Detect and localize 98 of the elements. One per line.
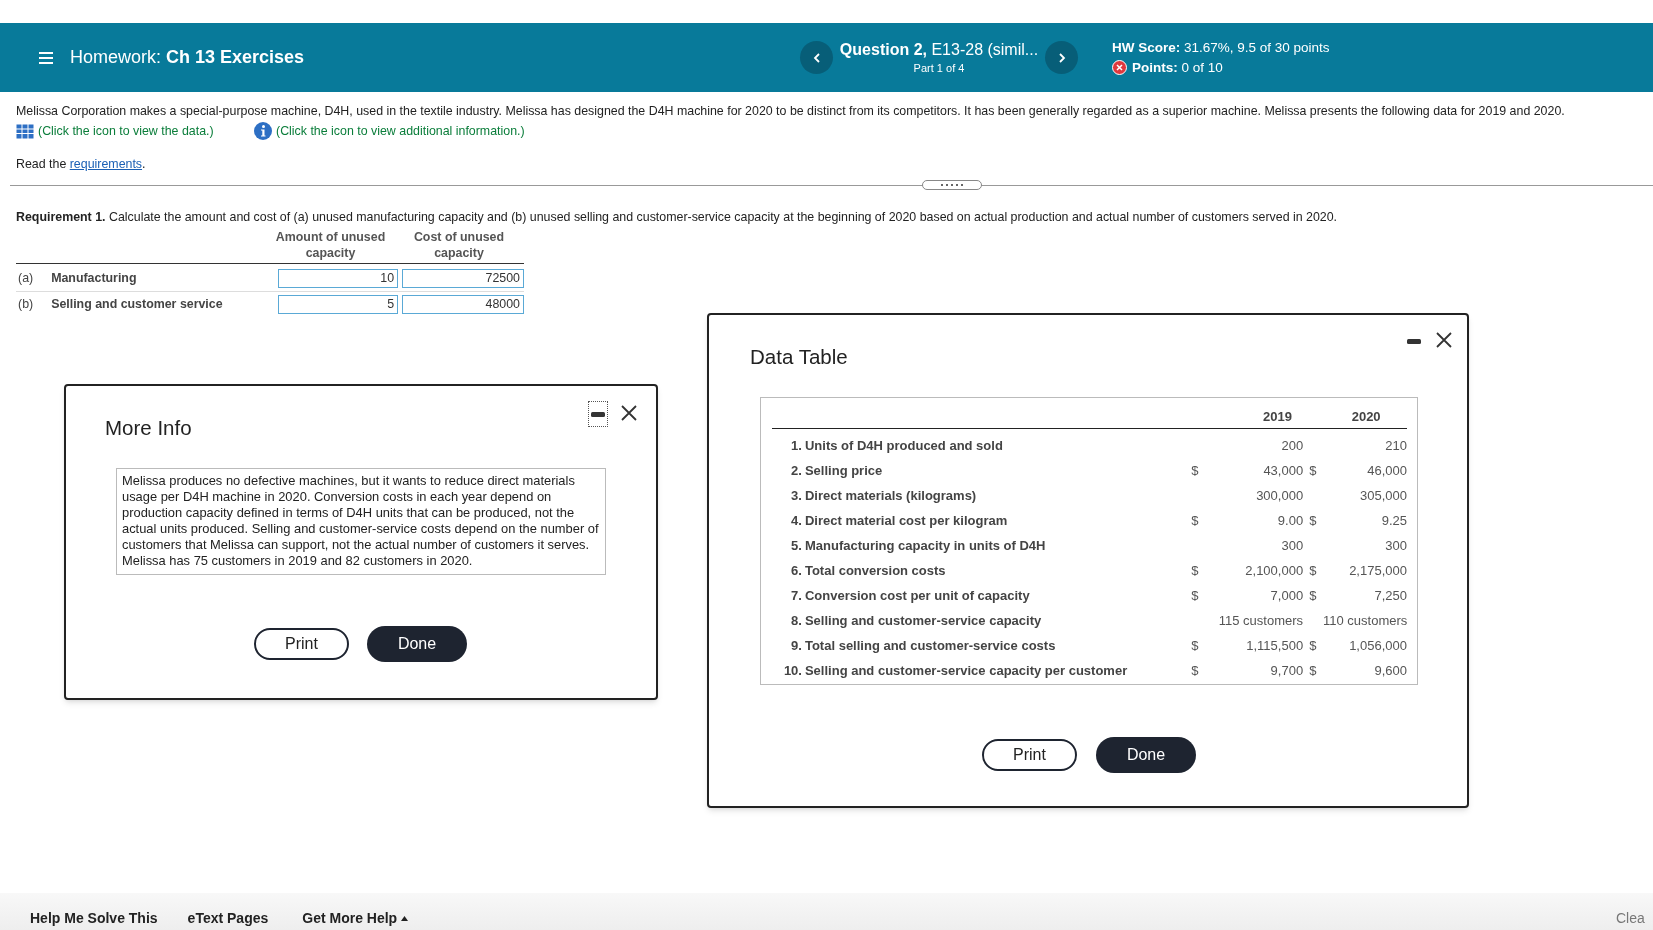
currency-symbol: $: [1308, 661, 1318, 680]
row-label: Selling and customer service: [51, 295, 224, 313]
row-number: 9.: [790, 636, 802, 655]
print-button[interactable]: Print: [982, 739, 1077, 771]
question-title: Question 2, E13-28 (simil...: [839, 39, 1039, 60]
table-cell-text: 9.00: [1276, 511, 1304, 530]
part-label: Part 1 of 4: [913, 60, 965, 76]
row-marker: (b): [17, 295, 35, 313]
requirements-sentence: Read the requirements.: [16, 156, 147, 173]
currency-symbol: $: [1191, 661, 1200, 680]
input-field[interactable]: 48000: [402, 294, 524, 314]
table-cell-text: 210: [1384, 436, 1407, 455]
currency-symbol: $: [1308, 636, 1318, 655]
currency-symbol: $: [1308, 461, 1318, 480]
row-label: Selling and customer-service capacity per customer: [803, 661, 1129, 680]
row-number: 6.: [790, 561, 802, 580]
info-icon[interactable]: [254, 122, 272, 140]
problem-text: Melissa Corporation makes a special-purpose machine, D4H, used in the textile industry. Melissa has designed the D4H machine for 2020 to be distinct from its competitors. It has been generally regarded as a superior machine. Melissa presents the following data for 2019 and 2020.: [16, 103, 1566, 120]
clear-button[interactable]: Clea: [1616, 908, 1645, 929]
row-number: 10.: [782, 661, 802, 680]
homework-title: Homework: Ch 13 Exercises: [70, 46, 305, 69]
info-text: Melissa produces no defective machines, but it wants to reduce direct materials usage per D4H machine in 2020. Conversion costs in each year depend on production capacity defined in terms of D4H units that can be produced, not the actual units produced. Selling and customer-service costs depend on the number of customers that Melissa can support, not the actual number of customers it serves. Melissa has 75 customers in 2019 and 82 customers in 2020.: [116, 468, 606, 575]
table-cell-text: 43,000: [1262, 461, 1304, 480]
done-button[interactable]: Done: [1096, 737, 1196, 773]
column-header: 2019: [1261, 408, 1293, 427]
table-cell-text: 9.25: [1380, 511, 1407, 530]
row-label: Direct materials (kilograms): [803, 486, 978, 505]
row-label: Direct material cost per kilogram: [803, 511, 1009, 530]
row-number: 7.: [790, 586, 802, 605]
currency-symbol: $: [1191, 461, 1200, 480]
row-number: 3.: [790, 486, 802, 505]
table-cell-text: 2,100,000: [1244, 561, 1304, 580]
chevron-right-icon: [1057, 52, 1066, 63]
table-cell-text: 7,250: [1373, 586, 1407, 605]
print-button[interactable]: Print: [254, 628, 349, 660]
column-header: Amount of unused capacity: [274, 229, 387, 261]
close-icon[interactable]: [1436, 332, 1452, 348]
input-field[interactable]: 10: [278, 269, 399, 288]
dialog-title: Data Table: [750, 344, 848, 370]
currency-symbol: $: [1308, 511, 1318, 530]
table-cell-text: 1,056,000: [1348, 636, 1407, 655]
footer-link[interactable]: Help Me Solve This: [30, 908, 158, 929]
input-field[interactable]: 5: [278, 294, 399, 314]
row-marker: (a): [17, 270, 35, 288]
row-label: Selling price: [803, 461, 884, 480]
error-icon: [1112, 60, 1127, 75]
footer-link[interactable]: Get More Help: [302, 908, 409, 929]
row-label: Total conversion costs: [803, 561, 947, 580]
table-cell-text: 300: [1280, 536, 1304, 555]
table-cell-text: 300,000: [1255, 486, 1304, 505]
footer-link[interactable]: eText Pages: [187, 908, 269, 929]
caret-icon: [401, 916, 409, 921]
currency-symbol: $: [1191, 561, 1200, 580]
table-cell-text: 305,000: [1359, 486, 1407, 505]
row-number: 8.: [790, 611, 802, 630]
previous-button[interactable]: [800, 41, 833, 74]
input-field[interactable]: 72500: [402, 269, 524, 288]
currency-symbol: $: [1191, 586, 1200, 605]
table-cell-text: 115 customers: [1217, 611, 1303, 630]
row-label: Manufacturing: [51, 270, 138, 288]
row-label: Conversion cost per unit of capacity: [803, 586, 1031, 605]
info-link[interactable]: (Click the icon to view additional information.): [254, 122, 525, 140]
dialog-title: More Info: [105, 415, 192, 441]
column-header: 2020: [1350, 408, 1382, 427]
row-label: Total selling and customer-service costs: [803, 636, 1057, 655]
drag-handle-icon[interactable]: [922, 180, 982, 190]
table-cell-text: 1,115,500: [1245, 636, 1304, 655]
data-link[interactable]: (Click the icon to view the data.): [16, 122, 254, 140]
table-cell-text: 9,600: [1373, 661, 1407, 680]
row-number: 4.: [790, 511, 802, 530]
column-header: Cost of unused capacity: [412, 229, 506, 261]
table-cell-text: 7,000: [1269, 586, 1304, 605]
menu-icon[interactable]: [39, 51, 53, 64]
currency-symbol: $: [1308, 586, 1318, 605]
table-cell-text: 2,175,000: [1348, 561, 1407, 580]
row-number: 5.: [790, 536, 802, 555]
row-number: 1.: [790, 436, 802, 455]
row-number: 2.: [790, 461, 802, 480]
points-label: Points: 0 of 10: [1132, 58, 1223, 77]
table-cell-text: 110 customers: [1323, 611, 1407, 630]
minimize-icon[interactable]: [588, 401, 608, 427]
hw-score: HW Score: 31.67%, 9.5 of 30 points: [1112, 38, 1330, 57]
table-icon[interactable]: [16, 123, 34, 139]
done-button[interactable]: Done: [367, 626, 467, 662]
row-label: Manufacturing capacity in units of D4H: [803, 536, 1047, 555]
requirement-text: Requirement 1. Calculate the amount and cost of (a) unused manufacturing capacity and (b) unused selling and customer-service capacity at the beginning of 2020 based on actual production and actual number of customers served in 2020.: [16, 209, 1339, 225]
table-cell-text: 300: [1384, 536, 1407, 555]
close-icon[interactable]: [621, 405, 637, 421]
table-cell-text: 9,700: [1269, 661, 1304, 680]
chevron-left-icon: [812, 52, 821, 63]
next-button[interactable]: [1045, 41, 1078, 74]
table-cell-text: 200: [1280, 436, 1304, 455]
row-label: Selling and customer-service capacity: [803, 611, 1043, 630]
currency-symbol: $: [1191, 511, 1200, 530]
table-cell-text: 46,000: [1366, 461, 1407, 480]
currency-symbol: $: [1308, 561, 1318, 580]
currency-symbol: $: [1191, 636, 1200, 655]
row-label: Units of D4H produced and sold: [803, 436, 1004, 455]
